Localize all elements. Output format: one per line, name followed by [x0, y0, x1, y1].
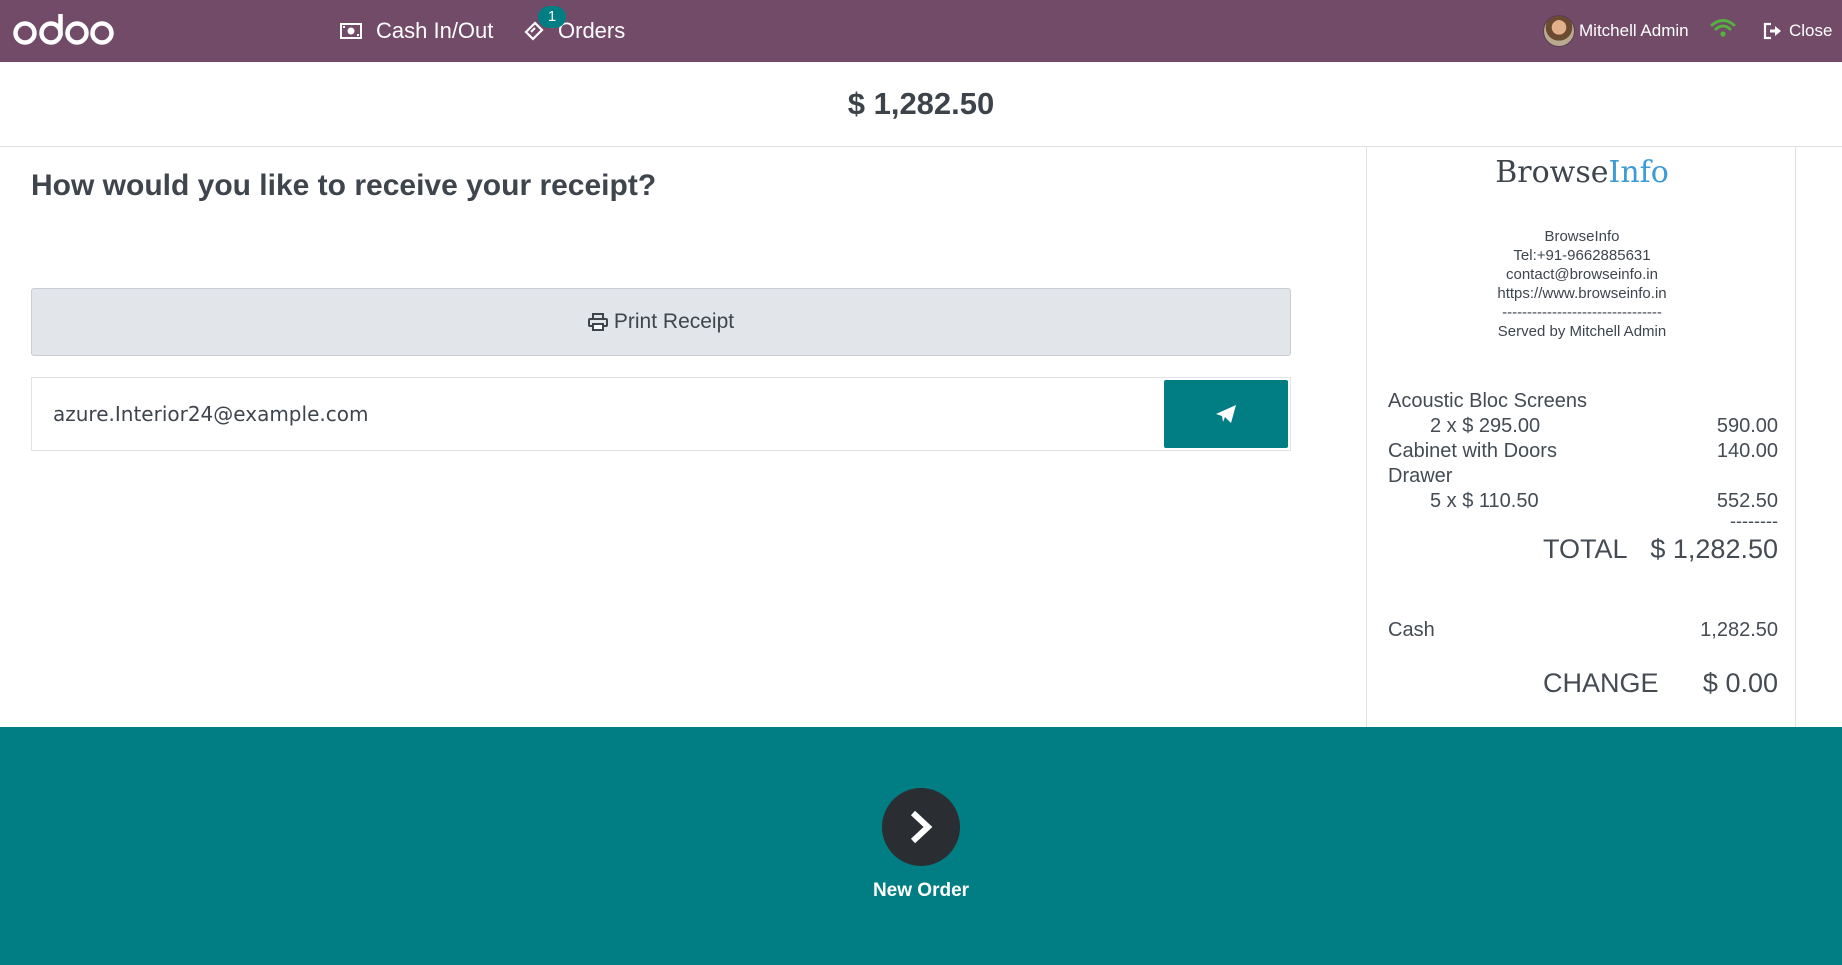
line-product-name: Acoustic Bloc Screens — [1388, 390, 1587, 412]
order-lines: Acoustic Bloc Screens 2 x $ 295.00 590.00… — [1388, 389, 1778, 566]
orders-button[interactable]: 1 Orders — [524, 0, 625, 62]
line-amount: 140.00 — [1716, 440, 1778, 462]
payment-row: Cash 1,282.50 — [1388, 619, 1778, 642]
sign-out-icon — [1763, 22, 1781, 40]
orders-label: Orders — [558, 18, 626, 43]
user-menu[interactable]: Mitchell Admin — [1543, 0, 1689, 62]
order-line-detail: 5 x $ 110.50 552.50 — [1388, 489, 1778, 514]
avatar — [1543, 15, 1575, 47]
line-qty-price: 2 x $ 295.00 — [1430, 415, 1541, 437]
odoo-logo[interactable] — [12, 12, 116, 48]
print-receipt-label: Print Receipt — [613, 310, 735, 333]
receipt-question-heading: How would you like to receive your recei… — [31, 169, 657, 202]
order-line-name: Acoustic Bloc Screens — [1388, 389, 1778, 414]
brand-name-part1: Browse — [1495, 155, 1609, 190]
company-name: BrowseInfo — [1544, 228, 1620, 245]
cash-in-out-label: Cash In/Out — [376, 18, 494, 43]
brand-name-part2: Info — [1608, 155, 1669, 190]
money-icon — [340, 23, 362, 39]
line-amount: 590.00 — [1716, 415, 1778, 437]
total-separator: -------- — [1730, 511, 1778, 531]
email-receipt-form — [31, 377, 1291, 451]
receipt-preview: BrowseInfo BrowseInfo Tel:+91-9662885631… — [1366, 147, 1796, 727]
line-product-name: Cabinet with Doors — [1388, 440, 1557, 462]
change-value: $ 0.00 — [1702, 668, 1778, 698]
receipt-options-panel: How would you like to receive your recei… — [0, 147, 1366, 727]
top-navbar: Cash In/Out 1 Orders Mitchell Admin Clos… — [0, 0, 1842, 62]
footer-actions: New Order — [0, 727, 1842, 965]
order-line-detail: 2 x $ 295.00 590.00 — [1388, 414, 1778, 439]
total-label: TOTAL — [1543, 534, 1628, 564]
email-input[interactable] — [32, 384, 1132, 444]
print-icon — [587, 313, 608, 331]
line-qty-price: 5 x $ 110.50 — [1430, 490, 1539, 512]
served-by: Served by Mitchell Admin — [1497, 323, 1667, 340]
payment-value: 1,282.50 — [1700, 619, 1778, 641]
total-row: TOTAL $ 1,282.50 — [1388, 530, 1778, 566]
company-logo: BrowseInfo — [1367, 155, 1797, 190]
orders-count-badge: 1 — [538, 6, 566, 28]
order-total-amount: $ 1,282.50 — [847, 86, 995, 121]
line-product-name: Drawer — [1388, 465, 1453, 487]
close-button[interactable]: Close — [1763, 0, 1832, 62]
payment-method: Cash — [1388, 619, 1435, 641]
amount-header: $ 1,282.50 — [0, 62, 1842, 147]
user-name: Mitchell Admin — [1579, 21, 1689, 40]
company-phone: Tel:+91-9662885631 — [1513, 247, 1651, 264]
send-email-button[interactable] — [1164, 380, 1288, 448]
company-email: contact@browseinfo.in — [1506, 266, 1658, 283]
change-label: CHANGE — [1543, 668, 1659, 698]
company-website: https://www.browseinfo.in — [1497, 285, 1667, 302]
cash-in-out-button[interactable]: Cash In/Out — [340, 0, 493, 62]
ticket-icon: 1 — [524, 6, 566, 42]
chevron-right-icon — [910, 810, 933, 844]
contact-separator: -------------------------------- — [1502, 304, 1662, 321]
order-line-name: Cabinet with Doors 140.00 — [1388, 439, 1778, 464]
order-line-name: Drawer — [1388, 464, 1778, 489]
paper-plane-icon — [1216, 405, 1236, 423]
company-contact: BrowseInfo Tel:+91-9662885631 contact@br… — [1367, 227, 1797, 341]
close-label: Close — [1789, 21, 1833, 40]
print-receipt-button[interactable]: Print Receipt — [31, 288, 1291, 356]
new-order-button[interactable] — [882, 788, 960, 866]
wifi-icon — [1710, 18, 1736, 43]
new-order-label: New Order — [872, 880, 970, 901]
total-value: $ 1,282.50 — [1650, 534, 1778, 564]
